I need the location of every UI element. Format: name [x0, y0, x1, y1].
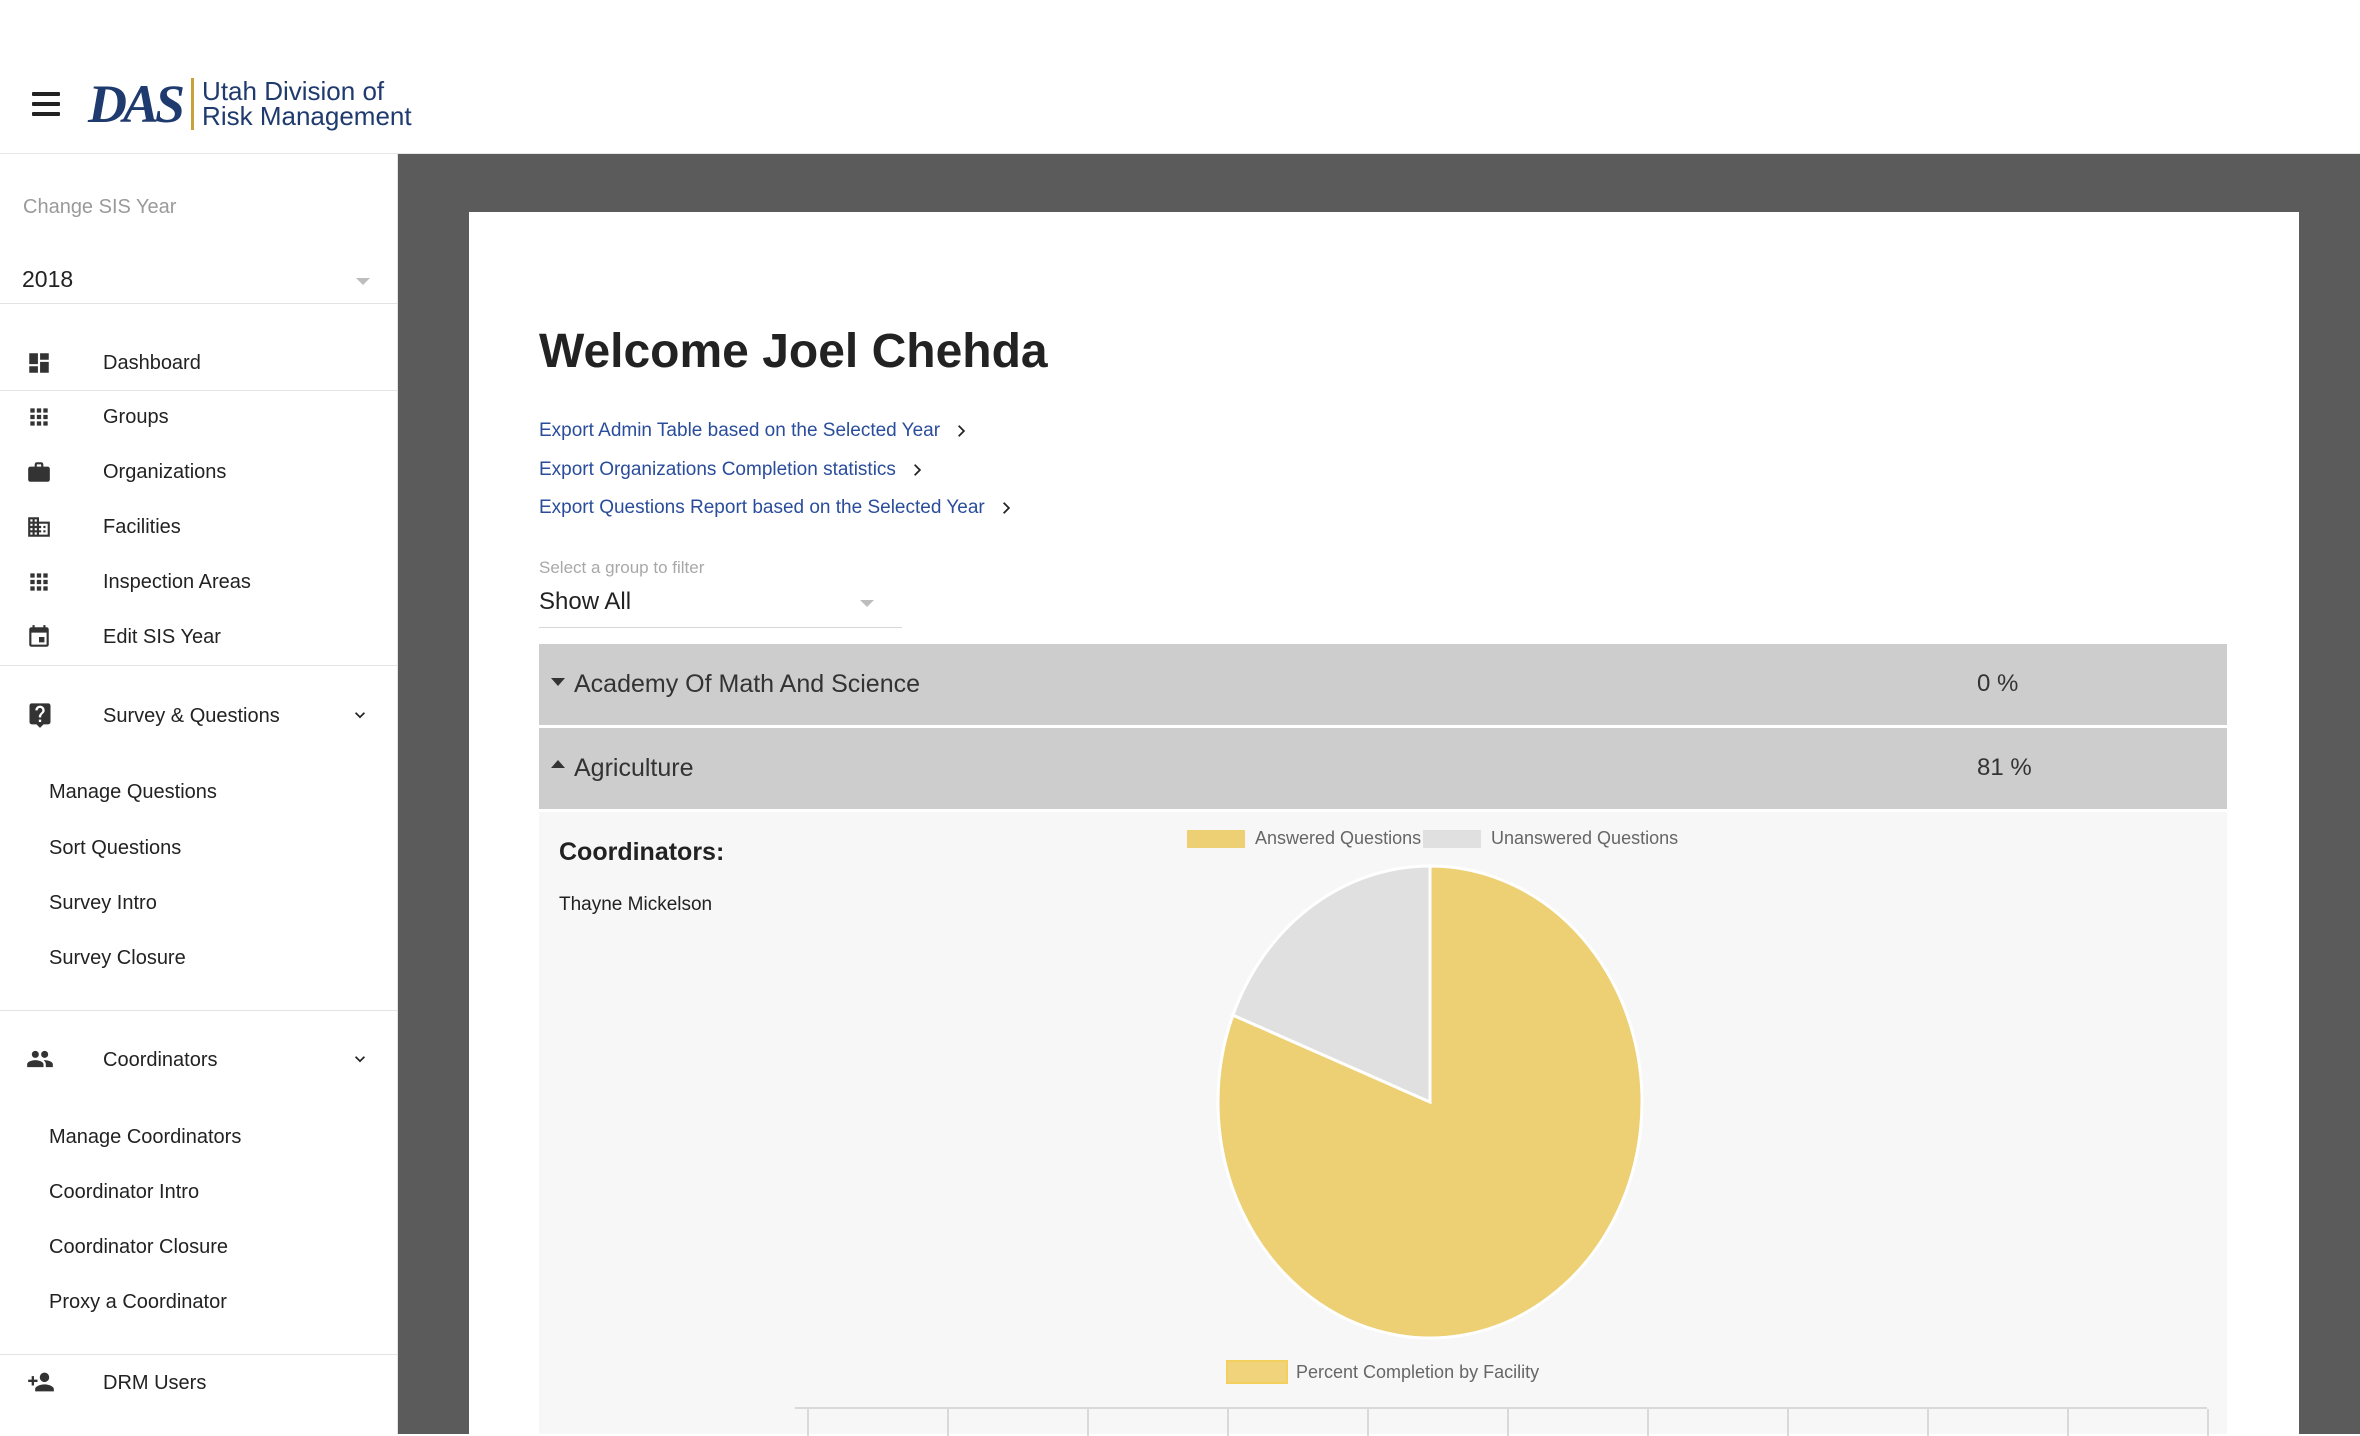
- completion-pie-chart: [1216, 864, 1644, 1340]
- bar-legend[interactable]: Percent Completion by Facility: [1226, 1360, 1539, 1384]
- gridline: [1647, 1409, 1649, 1436]
- dashboard-card: Welcome Joel Chehda Export Admin Table b…: [469, 212, 2299, 1436]
- divider: [0, 1354, 398, 1355]
- export-organizations-stats-link[interactable]: Export Organizations Completion statisti…: [539, 459, 924, 481]
- sidebar-item-label: Survey & Questions: [103, 704, 280, 727]
- sis-year-select[interactable]: 2018: [0, 258, 398, 304]
- sidebar-subitem-proxy-coordinator[interactable]: Proxy a Coordinator: [49, 1291, 227, 1314]
- gridline: [1787, 1409, 1789, 1436]
- question-icon: [29, 703, 51, 728]
- group-percent: 0 %: [1977, 670, 2019, 697]
- export-admin-table-link[interactable]: Export Admin Table based on the Selected…: [539, 420, 968, 442]
- sidebar-subitem-coordinator-closure[interactable]: Coordinator Closure: [49, 1236, 228, 1259]
- sidebar-subitem-sort-questions[interactable]: Sort Questions: [49, 837, 181, 860]
- sidebar-item-label: Organizations: [103, 460, 227, 483]
- sidebar-item-label: DRM Users: [103, 1371, 207, 1394]
- sidebar-item-label: Dashboard: [103, 351, 201, 374]
- menu-icon[interactable]: [32, 92, 60, 118]
- sidebar-item-label: Facilities: [103, 515, 181, 538]
- calendar-icon: [29, 625, 49, 647]
- sidebar-item-label: Inspection Areas: [103, 570, 251, 593]
- legend-label: Percent Completion by Facility: [1296, 1361, 1540, 1382]
- sidebar-item-facilities[interactable]: Facilities: [0, 500, 398, 554]
- expand-triangle-icon: [551, 678, 565, 686]
- gridline: [1367, 1409, 1369, 1436]
- divider: [0, 1010, 398, 1011]
- sidebar-item-drm-users[interactable]: DRM Users: [0, 1356, 398, 1410]
- group-percent: 81 %: [1977, 754, 2032, 781]
- legend-swatch: [1226, 1360, 1288, 1384]
- logo-divider: [191, 78, 195, 130]
- collapse-triangle-icon: [551, 760, 565, 768]
- sidebar-item-label: Groups: [103, 405, 169, 428]
- sidebar-item-groups[interactable]: Groups: [0, 390, 398, 444]
- gridline: [1087, 1409, 1089, 1436]
- chevron-right-icon: [958, 425, 966, 437]
- pie-slices: [1216, 864, 1644, 1340]
- gridline: [1927, 1409, 1929, 1436]
- sidebar-item-edit-sis-year[interactable]: Edit SIS Year: [0, 610, 398, 664]
- group-name: Academy Of Math And Science: [574, 670, 921, 698]
- sidebar-item-coordinators[interactable]: Coordinators: [0, 1033, 398, 1087]
- sidebar-item-label: Coordinators: [103, 1048, 218, 1071]
- sidebar-item-survey-questions[interactable]: Survey & Questions: [0, 689, 398, 743]
- sis-year-value: 2018: [22, 266, 74, 292]
- group-row-agriculture[interactable]: Agriculture 81 %: [539, 728, 2227, 809]
- gridline: [807, 1409, 809, 1436]
- group-name: Agriculture: [574, 754, 694, 782]
- bar-chart-gridlines: [795, 1407, 2209, 1436]
- page-title: Welcome Joel Chehda: [539, 325, 1048, 378]
- group-detail-panel: Coordinators: Thayne Mickelson Answered …: [539, 812, 2227, 1436]
- building-icon: [28, 517, 50, 537]
- divider: [0, 665, 398, 666]
- logo-line-2: Risk Management: [202, 101, 412, 131]
- logo-mark: DAS: [88, 74, 185, 134]
- export-link-label: Export Questions Report based on the Sel…: [539, 497, 985, 518]
- apps-grid-icon: [30, 573, 48, 591]
- caret-down-icon: [356, 278, 370, 285]
- gridline: [947, 1409, 949, 1436]
- gridline: [1227, 1409, 1229, 1436]
- chevron-right-icon: [1002, 502, 1010, 514]
- sidebar: Change SIS Year 2018 Dashboard Groups Or…: [0, 154, 398, 1434]
- sidebar-item-label: Edit SIS Year: [103, 625, 221, 648]
- sidebar-subitem-survey-intro[interactable]: Survey Intro: [49, 892, 157, 915]
- sidebar-item-organizations[interactable]: Organizations: [0, 445, 398, 499]
- group-row-academy[interactable]: Academy Of Math And Science 0 %: [539, 644, 2227, 725]
- export-questions-report-link[interactable]: Export Questions Report based on the Sel…: [539, 497, 1013, 519]
- apps-grid-icon: [30, 408, 48, 426]
- app-header: DAS Utah Division of Risk Management: [0, 0, 2360, 154]
- gridline: [2067, 1409, 2069, 1436]
- caret-down-icon: [860, 600, 874, 607]
- gridline: [1507, 1409, 1509, 1436]
- sidebar-subitem-manage-questions[interactable]: Manage Questions: [49, 781, 217, 804]
- group-filter-label: Select a group to filter: [539, 558, 705, 577]
- sidebar-item-inspection-areas[interactable]: Inspection Areas: [0, 555, 398, 609]
- export-link-label: Export Admin Table based on the Selected…: [539, 420, 941, 441]
- add-person-icon: [28, 1372, 54, 1392]
- sidebar-subitem-manage-coordinators[interactable]: Manage Coordinators: [49, 1126, 241, 1149]
- sidebar-subitem-coordinator-intro[interactable]: Coordinator Intro: [49, 1181, 199, 1204]
- export-link-label: Export Organizations Completion statisti…: [539, 459, 896, 480]
- dashboard-icon: [29, 353, 49, 373]
- logo[interactable]: DAS Utah Division of Risk Management: [88, 74, 412, 134]
- group-filter-select[interactable]: Show All: [539, 582, 902, 628]
- gridline: [2207, 1409, 2209, 1436]
- sidebar-subitem-survey-closure[interactable]: Survey Closure: [49, 947, 186, 970]
- people-icon: [27, 1050, 53, 1068]
- chevron-right-icon: [913, 464, 922, 476]
- sidebar-item-dashboard[interactable]: Dashboard: [0, 336, 398, 390]
- chevron-down-icon: [355, 1056, 365, 1063]
- chevron-down-icon: [355, 712, 365, 719]
- logo-text: Utah Division of Risk Management: [202, 78, 412, 131]
- briefcase-icon: [28, 462, 50, 482]
- group-filter-value: Show All: [539, 588, 632, 615]
- sis-year-label: Change SIS Year: [23, 196, 177, 218]
